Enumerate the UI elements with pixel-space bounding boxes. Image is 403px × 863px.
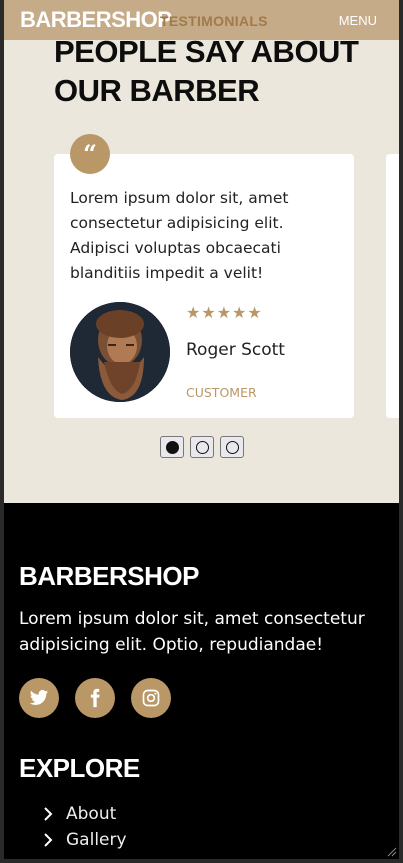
- footer-link-about[interactable]: About: [42, 801, 127, 827]
- carousel-pagination: [160, 436, 244, 458]
- facebook-icon[interactable]: [75, 678, 115, 718]
- testimonial-card-next: [386, 154, 399, 418]
- reviewer-role: CUSTOMER: [186, 385, 257, 400]
- reviewer-name: Roger Scott: [186, 340, 285, 360]
- site-logo[interactable]: BARBERSHOP: [20, 7, 172, 33]
- testimonial-text: Lorem ipsum dolor sit, amet consectetur …: [70, 189, 289, 282]
- footer-text: Lorem ipsum dolor sit, amet consectetur …: [19, 609, 365, 655]
- page: BARBERSHOP MENU TESTIMONIALS PEOPLE SAY …: [0, 0, 403, 863]
- avatar: [70, 302, 170, 402]
- section-title: PEOPLE SAY ABOUT OUR BARBER: [54, 34, 359, 108]
- explore-links: About Gallery: [42, 801, 127, 853]
- chevron-right-icon: [42, 833, 60, 847]
- star-icon: ★: [247, 303, 263, 322]
- avatar-image: [70, 302, 170, 402]
- social-links: [19, 678, 171, 718]
- footer-link-gallery[interactable]: Gallery: [42, 827, 127, 853]
- star-icon: ★: [232, 303, 248, 322]
- footer-link-label: Gallery: [66, 830, 127, 850]
- menu-button[interactable]: MENU: [339, 13, 377, 28]
- site-footer: BARBERSHOP Lorem ipsum dolor sit, amet c…: [4, 503, 399, 859]
- star-icon: ★: [201, 303, 217, 322]
- quote-icon: “: [70, 134, 110, 174]
- star-icon: ★: [186, 303, 202, 322]
- twitter-icon[interactable]: [19, 678, 59, 718]
- footer-logo: BARBERSHOP: [19, 561, 199, 591]
- section-eyebrow: TESTIMONIALS: [160, 13, 268, 29]
- star-icon: ★: [216, 303, 233, 322]
- chevron-right-icon: [42, 807, 60, 821]
- carousel-dot-2[interactable]: [190, 436, 214, 458]
- carousel-dot-1[interactable]: [160, 436, 184, 458]
- instagram-icon[interactable]: [131, 678, 171, 718]
- carousel-dot-3[interactable]: [220, 436, 244, 458]
- footer-link-label: About: [66, 804, 117, 824]
- star-rating: ★★★★★: [186, 303, 263, 322]
- explore-title: EXPLORE: [19, 753, 140, 783]
- resize-handle-icon[interactable]: [385, 845, 397, 857]
